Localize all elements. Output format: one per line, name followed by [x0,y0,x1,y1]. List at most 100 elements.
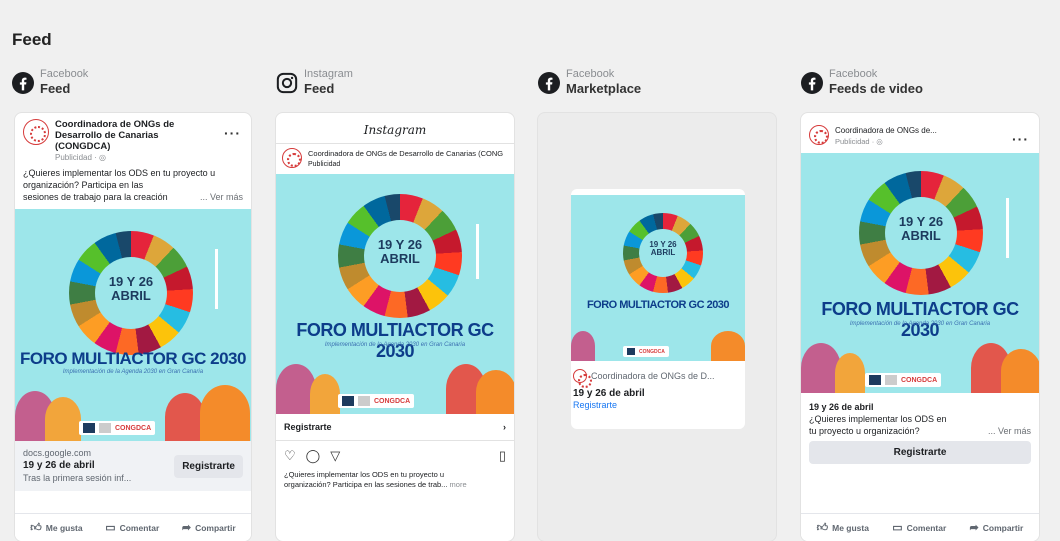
platform-label: Instagram [304,68,353,80]
body-line: ¿Quieres implementar los ODS en [809,414,947,424]
thumbs-up-icon: 👍︎ [30,522,42,534]
placement-label: Feed [40,81,71,96]
more-link[interactable]: more [450,480,467,489]
instagram-wordmark: Instagram [276,113,514,144]
advertiser-row: Coordinadora de ONGs de D... [573,369,743,388]
send-icon[interactable]: ▽ [330,448,340,464]
register-button[interactable]: Registrarte [174,454,243,478]
reaction-bar: 👍︎ Me gusta ▭ Comentar ➦ Compartir [15,513,251,541]
instagram-icon [276,72,298,94]
avatar [282,148,302,168]
body-line: ¿Quieres implementar los ODS en tu proye… [23,168,216,178]
body-line: organización? Participa en las [23,180,144,190]
creative-logos: CONGDCA [79,421,156,435]
creative-date: 19 Y 26 [898,214,944,229]
like-label: Me gusta [45,522,83,533]
avatar [573,369,592,388]
link-description: Tras la primera sesión inf... [23,473,132,483]
register-link[interactable]: Registrarte [284,422,332,432]
page-name[interactable]: Coordinadora de ONGs de... [835,125,937,136]
section-title: Feed [12,30,52,49]
ad-creative-image[interactable]: 19 Y 26 ABRIL FORO MULTIACTOR GC 2030 Imp… [276,174,514,414]
comment-icon[interactable]: ◯ [306,448,321,464]
bookmark-icon[interactable]: ▯ [499,448,506,464]
like-button[interactable]: 👍︎ Me gusta [30,521,82,534]
register-button[interactable]: Registrarte [809,441,1031,464]
video-caption: 19 y 26 de abril ¿Quieres implementar lo… [801,393,1039,441]
fb-feed-preview: Coordinadora de ONGs de Desarrollo de Ca… [14,112,252,541]
link-domain: docs.google.com [23,448,92,458]
creative-subtitle: Implementación de la Agenda 2030 en Gran… [849,321,991,327]
creative-date: 19 Y 26 [377,237,423,252]
comment-label: Comentar [119,522,160,533]
comment-icon: ▭ [892,522,903,534]
more-options-icon[interactable]: ··· [1012,131,1029,147]
column-header-ig-feed: Instagram Feed [276,67,353,97]
creative-title: FORO MULTIACTOR GC 2030 [586,299,730,311]
sponsored-label: Publicidad [308,161,341,168]
page-name[interactable]: Coordinadora de ONGs de Desarrollo de Ca… [55,119,205,152]
ad-header: Coordinadora de ONGs de Desarrollo de Ca… [15,113,251,167]
cta-row: docs.google.com 19 y 26 de abril Tras la… [15,441,251,491]
share-label: Compartir [982,522,1024,533]
logo-text: CONGDCA [374,397,411,405]
facebook-icon [801,72,823,94]
share-button[interactable]: ➦ Compartir [182,521,236,534]
platform-label: Facebook [829,68,878,80]
marketplace-item-card[interactable]: 19 Y 26 ABRIL FORO MULTIACTOR GC 2030 CON… [571,189,745,429]
share-button[interactable]: ➦ Compartir [970,521,1024,534]
share-icon: ➦ [181,522,192,534]
ig-caption: ¿Quieres implementar los ODS en tu proye… [276,468,514,492]
comment-label: Comentar [906,522,947,533]
link-headline: 19 y 26 de abril [23,460,95,471]
link-headline: 19 y 26 de abril [573,388,645,399]
link-headline: 19 y 26 de abril [809,402,874,412]
creative-logos: CONGDCA [865,373,942,387]
platform-label: Facebook [40,68,89,80]
ad-creative-image[interactable]: 19 Y 26 ABRIL FORO MULTIACTOR GC 2030 Imp… [801,153,1039,393]
column-header-fb-feed: Facebook Feed [12,67,88,97]
share-icon: ➦ [969,522,979,534]
creative-month: ABRIL [650,248,676,258]
column-header-fb-video: Facebook Feeds de video [801,67,923,97]
creative-month: ABRIL [901,227,941,243]
share-label: Compartir [195,522,236,533]
more-options-icon[interactable]: ··· [224,125,241,141]
creative-subtitle: Implementación de la Agenda 2030 en Gran… [324,342,466,348]
heart-icon[interactable]: ♡ [284,448,296,464]
reaction-bar: 👍︎ Me gusta ▭ Comentar ➦ Compartir [801,513,1039,541]
page-name[interactable]: Coordinadora de ONGs de D... [591,371,715,381]
ad-body-text: ¿Quieres implementar los ODS en tu proye… [15,167,251,209]
caption-line: organización? Participa en las sesiones … [284,480,448,489]
platform-label: Facebook [566,68,615,80]
body-line: tu proyecto u organización? [809,426,920,436]
page-name[interactable]: Coordinadora de ONGs de Desarrollo de Ca… [308,148,503,159]
cta-row[interactable]: Registrarte › [276,414,514,441]
see-more-link[interactable]: ... Ver más [200,191,243,203]
avatar [23,119,49,145]
creative-subtitle: Implementación de la Agenda 2030 en Gran… [62,369,204,375]
logo-text: CONGDCA [115,424,152,432]
sponsored-label: Publicidad · ◎ [835,137,883,146]
register-link[interactable]: Registrarte [573,400,743,410]
creative-title: FORO MULTIACTOR GC 2030 [20,349,246,368]
comment-button[interactable]: ▭ Comentar [105,521,159,534]
marketplace-preview: 19 Y 26 ABRIL FORO MULTIACTOR GC 2030 CON… [537,112,777,541]
ad-creative-image[interactable]: 19 Y 26 ABRIL FORO MULTIACTOR GC 2030 Imp… [15,209,251,441]
caption-line: ¿Quieres implementar los ODS en tu proye… [284,470,445,479]
placement-label: Marketplace [566,81,642,96]
see-more-link[interactable]: ... Ver más [988,425,1031,437]
avatar [809,125,829,145]
placement-label: Feeds de video [829,81,923,96]
ad-header: Coordinadora de ONGs de... Publicidad · … [801,113,1039,153]
like-button[interactable]: 👍︎ Me gusta [817,521,869,534]
body-line: sesiones de trabajo para la creación [23,192,168,202]
comment-button[interactable]: ▭ Comentar [892,521,946,534]
logo-text: CONGDCA [901,376,938,384]
ad-header: Coordinadora de ONGs de Desarrollo de Ca… [276,144,514,174]
creative-date: 19 Y 26 [108,274,154,289]
ig-action-bar: ♡ ◯ ▽ ▯ [276,441,514,468]
ad-creative-image[interactable]: 19 Y 26 ABRIL FORO MULTIACTOR GC 2030 CON… [571,195,745,361]
column-header-marketplace: Facebook Marketplace [538,67,641,97]
fb-video-preview: Coordinadora de ONGs de... Publicidad · … [800,112,1040,541]
